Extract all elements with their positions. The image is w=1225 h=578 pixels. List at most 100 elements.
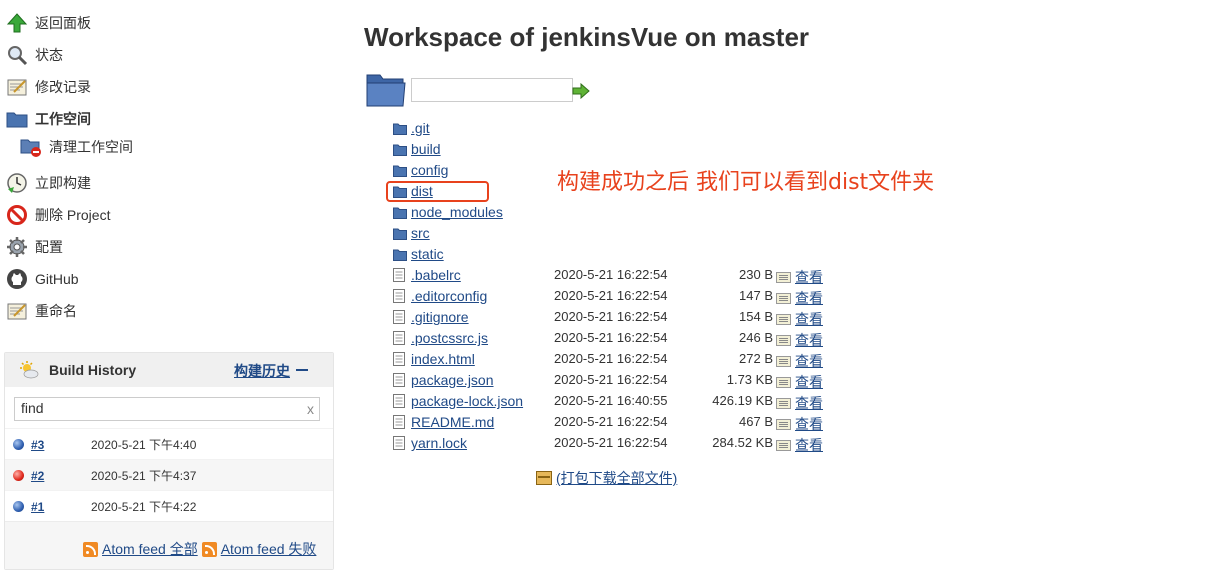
file-link[interactable]: .postcssrc.js (411, 330, 488, 346)
file-size: 284.52 KB (712, 435, 773, 450)
folder-row: .git (393, 118, 430, 138)
view-document-icon[interactable] (776, 313, 791, 325)
download-zip[interactable]: (打包下载全部文件) (536, 468, 677, 488)
build-time: 2020-5-21 下午4:22 (91, 500, 197, 514)
file-link[interactable]: index.html (411, 351, 475, 367)
file-date: 2020-5-21 16:22:54 (554, 351, 668, 366)
sidebar-item-label: 状态 (35, 47, 63, 63)
view-link[interactable]: 查看 (795, 309, 823, 329)
file-icon (393, 331, 405, 345)
file-link[interactable]: .babelrc (411, 267, 461, 283)
rss-icon (83, 541, 98, 557)
view-link[interactable]: 查看 (795, 414, 823, 434)
view-link[interactable]: 查看 (795, 351, 823, 371)
github-icon (6, 268, 28, 290)
folder-link[interactable]: static (411, 246, 444, 262)
collapse-icon[interactable] (296, 369, 308, 371)
file-row: yarn.lock (393, 433, 467, 453)
folder-icon (6, 108, 28, 130)
folder-link[interactable]: .git (411, 120, 430, 136)
sidebar-item-configure[interactable]: 配置 (6, 234, 63, 260)
sidebar-item-rename[interactable]: 重命名 (6, 298, 77, 324)
build-search-field[interactable]: x (14, 397, 320, 421)
sidebar-item-changes[interactable]: 修改记录 (6, 74, 91, 100)
view-document-icon[interactable] (776, 397, 791, 409)
file-row: README.md (393, 412, 494, 432)
view-document-icon[interactable] (776, 376, 791, 388)
sidebar-item-label: 删除 Project (35, 207, 111, 223)
path-input[interactable] (411, 78, 573, 102)
view-document-icon[interactable] (776, 439, 791, 451)
view-file: 查看 (776, 435, 823, 455)
file-row: .babelrc (393, 265, 461, 285)
file-icon (393, 415, 405, 429)
atom-feed-failed-link[interactable]: Atom feed 失败 (221, 539, 317, 559)
sidebar-item-workspace[interactable]: 工作空间 (6, 106, 91, 132)
build-search-input[interactable] (15, 398, 301, 418)
view-link[interactable]: 查看 (795, 435, 823, 455)
build-number-link[interactable]: #2 (31, 469, 91, 483)
atom-feed-all-link[interactable]: Atom feed 全部 (102, 539, 198, 559)
download-all-link[interactable]: (打包下载全部文件) (556, 468, 677, 488)
build-row: #3 2020-5-21 下午4:40 (5, 428, 333, 460)
folder-row: static (393, 244, 444, 264)
folder-icon (393, 143, 407, 156)
trend-link[interactable]: 构建历史 (234, 361, 290, 381)
clear-search-icon[interactable]: x (307, 401, 314, 417)
file-date: 2020-5-21 16:22:54 (554, 267, 668, 282)
file-link[interactable]: package-lock.json (411, 393, 523, 409)
build-time: 2020-5-21 下午4:37 (91, 469, 197, 483)
no-entry-icon (6, 204, 28, 226)
sidebar-item-label: 返回面板 (35, 15, 91, 31)
folder-delete-icon (20, 136, 42, 158)
annotation-text: 构建成功之后 我们可以看到dist文件夹 (557, 170, 935, 195)
build-number-link[interactable]: #1 (31, 500, 91, 514)
folder-link[interactable]: config (411, 162, 448, 178)
view-document-icon[interactable] (776, 292, 791, 304)
build-number-link[interactable]: #3 (31, 438, 91, 452)
file-icon (393, 289, 405, 303)
folder-icon (393, 227, 407, 240)
file-link[interactable]: package.json (411, 372, 494, 388)
file-icon (393, 268, 405, 282)
sidebar-item-label: 重命名 (35, 303, 77, 319)
view-document-icon[interactable] (776, 334, 791, 346)
file-link[interactable]: .editorconfig (411, 288, 487, 304)
view-file: 查看 (776, 414, 823, 434)
weather-sunny-icon (19, 361, 39, 379)
file-date: 2020-5-21 16:22:54 (554, 414, 668, 429)
sidebar-item-build-now[interactable]: 立即构建 (6, 170, 91, 196)
file-date: 2020-5-21 16:22:54 (554, 288, 668, 303)
clock-icon (6, 172, 28, 194)
sidebar-item-wipe-workspace[interactable]: 清理工作空间 (20, 134, 133, 160)
view-link[interactable]: 查看 (795, 393, 823, 413)
folder-row: config (393, 160, 448, 180)
sidebar-item-delete-project[interactable]: 删除 Project (6, 202, 110, 228)
view-file: 查看 (776, 309, 823, 329)
view-document-icon[interactable] (776, 271, 791, 283)
file-row: package.json (393, 370, 494, 390)
file-date: 2020-5-21 16:22:54 (554, 372, 668, 387)
folder-link[interactable]: src (411, 225, 430, 241)
view-file: 查看 (776, 393, 823, 413)
sidebar-item-status[interactable]: 状态 (6, 42, 63, 68)
view-file: 查看 (776, 372, 823, 392)
file-link[interactable]: .gitignore (411, 309, 469, 325)
view-document-icon[interactable] (776, 355, 791, 367)
go-arrow-icon[interactable] (572, 82, 590, 100)
file-date: 2020-5-21 16:22:54 (554, 330, 668, 345)
file-link[interactable]: README.md (411, 414, 494, 430)
folder-link[interactable]: build (411, 141, 441, 157)
view-link[interactable]: 查看 (795, 330, 823, 350)
file-row: .editorconfig (393, 286, 487, 306)
file-size: 230 B (739, 267, 773, 282)
file-row: package-lock.json (393, 391, 523, 411)
view-link[interactable]: 查看 (795, 288, 823, 308)
sidebar-item-back-to-dashboard[interactable]: 返回面板 (6, 10, 91, 36)
folder-link[interactable]: node_modules (411, 204, 503, 220)
file-link[interactable]: yarn.lock (411, 435, 467, 451)
sidebar-item-github[interactable]: GitHub (6, 266, 79, 292)
view-document-icon[interactable] (776, 418, 791, 430)
view-link[interactable]: 查看 (795, 267, 823, 287)
view-link[interactable]: 查看 (795, 372, 823, 392)
